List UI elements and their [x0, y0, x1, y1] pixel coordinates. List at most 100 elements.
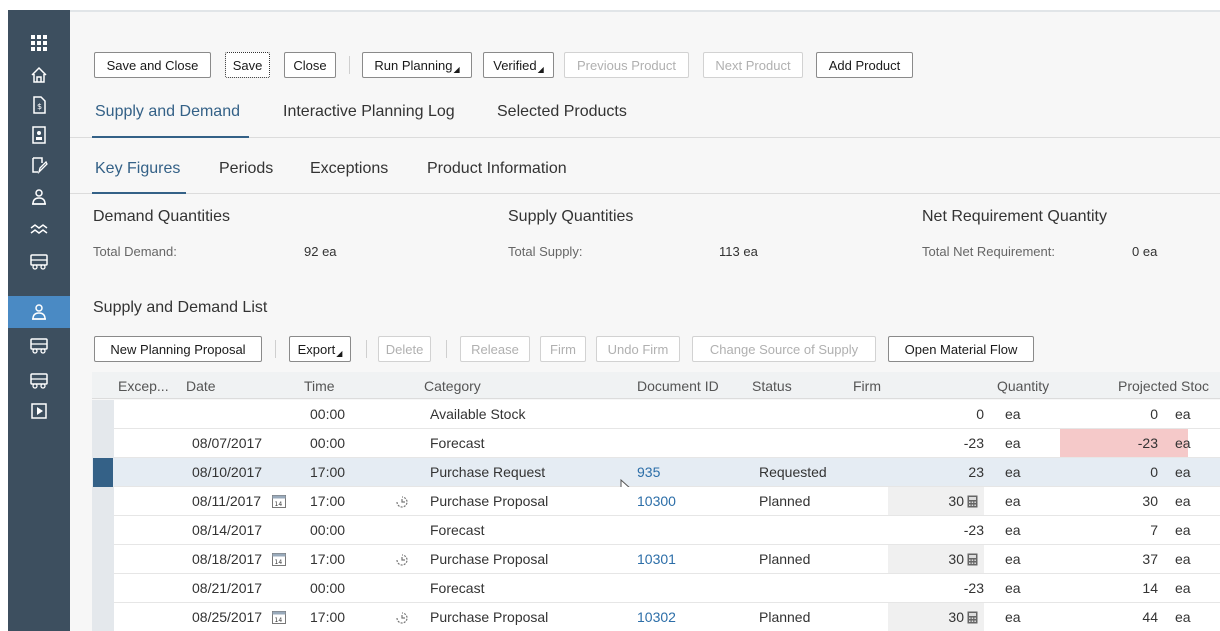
col-status[interactable]: Status: [752, 378, 792, 394]
col-document-id[interactable]: Document ID: [637, 378, 719, 394]
history-clock-icon[interactable]: [394, 552, 410, 568]
tab-exceptions[interactable]: Exceptions: [310, 160, 388, 178]
tab-periods[interactable]: Periods: [219, 160, 273, 178]
add-product-button[interactable]: Add Product: [816, 52, 913, 78]
truck-icon-3[interactable]: [8, 365, 70, 395]
list-toolbar-separator: [275, 340, 276, 358]
contact-card-icon[interactable]: [8, 120, 70, 150]
calculator-icon[interactable]: [967, 553, 978, 566]
history-clock-icon[interactable]: [394, 494, 410, 510]
col-exceptions[interactable]: Excep...: [118, 378, 169, 394]
quantity-unit: ea: [1005, 522, 1021, 538]
row-selector[interactable]: [93, 458, 113, 487]
close-button[interactable]: Close: [284, 52, 336, 78]
list-toolbar-separator: [366, 340, 367, 358]
calendar-icon[interactable]: 14: [272, 552, 286, 566]
row-selector[interactable]: [92, 429, 114, 458]
row-selector[interactable]: [92, 487, 114, 516]
col-date[interactable]: Date: [186, 378, 216, 394]
quantity-cell[interactable]: 30: [928, 609, 964, 625]
category-cell: Purchase Proposal: [430, 493, 549, 509]
document-id-link[interactable]: 935: [637, 464, 660, 480]
calculator-icon[interactable]: [967, 611, 978, 624]
row-selector[interactable]: [92, 574, 114, 603]
table-row-selected[interactable]: 08/10/2017 17:00 Purchase Request 935 Re…: [92, 458, 1220, 497]
truck-icon[interactable]: [8, 246, 70, 276]
svg-text:14: 14: [275, 559, 283, 566]
document-id-link[interactable]: 10300: [637, 493, 676, 509]
delete-button[interactable]: Delete: [378, 336, 431, 362]
row-selector[interactable]: [92, 603, 114, 631]
tab-supply-and-demand[interactable]: Supply and Demand: [95, 103, 240, 121]
row-selector[interactable]: [92, 516, 114, 545]
time-cell: 00:00: [310, 406, 346, 422]
table-row[interactable]: 08/07/2017 00:00 Forecast -23 ea -23 ea: [92, 429, 1220, 458]
play-icon[interactable]: [8, 396, 70, 426]
calendar-icon[interactable]: 14: [272, 494, 286, 508]
save-and-close-button[interactable]: Save and Close: [94, 52, 211, 78]
save-button[interactable]: Save: [225, 52, 270, 78]
table-row[interactable]: 00:00 Available Stock 0 ea 0 ea: [92, 400, 1220, 429]
table-row[interactable]: 08/14/2017 00:00 Forecast -23 ea 7 ea: [92, 516, 1220, 545]
supply-quantities-title: Supply Quantities: [508, 208, 634, 225]
col-quantity[interactable]: Quantity: [997, 378, 1049, 394]
quantity-cell[interactable]: 30: [928, 493, 964, 509]
firm-button[interactable]: Firm: [540, 336, 586, 362]
date-cell: 08/18/2017: [192, 551, 263, 567]
calendar-icon[interactable]: 14: [272, 610, 286, 624]
row-selector[interactable]: [92, 400, 114, 429]
row-selector[interactable]: [92, 545, 114, 574]
table-row[interactable]: 08/25/2017 14 17:00 Purchase Proposal 10…: [92, 603, 1220, 631]
total-demand-label: Total Demand:: [93, 244, 177, 259]
col-category[interactable]: Category: [424, 378, 481, 394]
category-cell: Forecast: [430, 435, 485, 451]
export-button[interactable]: Export ◢: [289, 336, 351, 362]
trend-icon[interactable]: [8, 214, 70, 244]
document-dollar-icon[interactable]: $: [8, 90, 70, 120]
demand-quantities-title: Demand Quantities: [93, 208, 230, 225]
dropdown-caret-icon: ◢: [453, 64, 460, 74]
truck-icon-2[interactable]: [8, 330, 70, 360]
col-projected-stock[interactable]: Projected Stoc: [1118, 378, 1209, 394]
new-planning-proposal-button[interactable]: New Planning Proposal: [94, 336, 262, 362]
undo-firm-button[interactable]: Undo Firm: [596, 336, 680, 362]
subtab-divider: [70, 193, 1220, 194]
table-header: Excep... Date Time Category Document ID …: [92, 372, 1220, 399]
quantity-cell[interactable]: 30: [928, 551, 964, 567]
home-icon[interactable]: [8, 60, 70, 90]
projected-unit: ea: [1175, 580, 1191, 596]
date-cell: 08/11/2017: [192, 493, 262, 509]
document-id-link[interactable]: 10301: [637, 551, 676, 567]
previous-product-button[interactable]: Previous Product: [564, 52, 689, 78]
quantity-unit: ea: [1005, 609, 1021, 625]
tab-key-figures[interactable]: Key Figures: [95, 160, 180, 178]
run-planning-button[interactable]: Run Planning ◢: [362, 52, 472, 78]
document-id-link[interactable]: 10302: [637, 609, 676, 625]
tab-interactive-planning-log[interactable]: Interactive Planning Log: [283, 103, 455, 121]
table-row[interactable]: 08/11/2017 14 17:00 Purchase Proposal 10…: [92, 487, 1220, 516]
active-tab-indicator: [92, 136, 249, 138]
change-source-of-supply-button[interactable]: Change Source of Supply: [692, 336, 876, 362]
projected-stock-cell: 30: [1142, 493, 1158, 509]
planner-active-icon[interactable]: [8, 296, 70, 328]
history-clock-icon[interactable]: [394, 610, 410, 626]
projected-stock-cell: 37: [1142, 551, 1158, 567]
time-cell: 00:00: [310, 580, 346, 596]
category-cell: Available Stock: [430, 406, 526, 422]
edit-document-icon[interactable]: [8, 150, 70, 180]
verified-button[interactable]: Verified ◢: [483, 52, 554, 78]
tab-product-information[interactable]: Product Information: [427, 160, 567, 178]
apps-grid-icon[interactable]: [8, 28, 70, 58]
col-firm[interactable]: Firm: [853, 378, 881, 394]
table-row[interactable]: 08/18/2017 14 17:00 Purchase Proposal 10…: [92, 545, 1220, 574]
calculator-icon[interactable]: [967, 495, 978, 508]
category-cell: Purchase Proposal: [430, 609, 549, 625]
next-product-button[interactable]: Next Product: [703, 52, 803, 78]
open-material-flow-button[interactable]: Open Material Flow: [888, 336, 1034, 362]
planner-icon[interactable]: [8, 182, 70, 212]
status-cell: Planned: [759, 609, 811, 625]
col-time[interactable]: Time: [304, 378, 335, 394]
tab-selected-products[interactable]: Selected Products: [497, 103, 627, 121]
release-button[interactable]: Release: [460, 336, 530, 362]
table-row[interactable]: 08/21/2017 00:00 Forecast -23 ea 14 ea: [92, 574, 1220, 603]
